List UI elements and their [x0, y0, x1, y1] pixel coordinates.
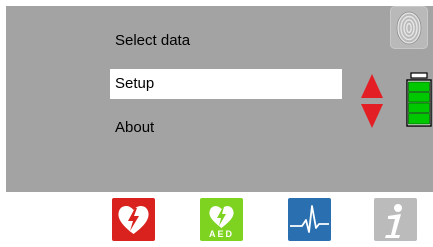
aed-label: AED — [208, 229, 234, 239]
menu-item-about[interactable]: About — [110, 113, 342, 143]
arrow-down-icon — [361, 104, 383, 128]
up-down-arrows-icon[interactable] — [361, 74, 383, 128]
info-button[interactable] — [374, 198, 417, 241]
menu-item-setup[interactable]: Setup — [110, 69, 342, 99]
heart-defib-button[interactable] — [112, 198, 155, 241]
info-icon — [374, 198, 417, 241]
arrow-up-icon — [361, 74, 383, 98]
menu-item-select-data[interactable]: Select data — [110, 26, 342, 56]
device-screen: Select data Setup About — [6, 6, 433, 192]
ecg-button[interactable] — [288, 198, 331, 241]
aed-button[interactable]: AED — [200, 198, 243, 241]
battery-icon — [403, 72, 433, 128]
fingerprint-icon — [396, 11, 422, 45]
heart-defib-icon — [112, 198, 155, 241]
ecg-icon — [288, 198, 331, 241]
fingerprint-button[interactable] — [390, 6, 428, 49]
